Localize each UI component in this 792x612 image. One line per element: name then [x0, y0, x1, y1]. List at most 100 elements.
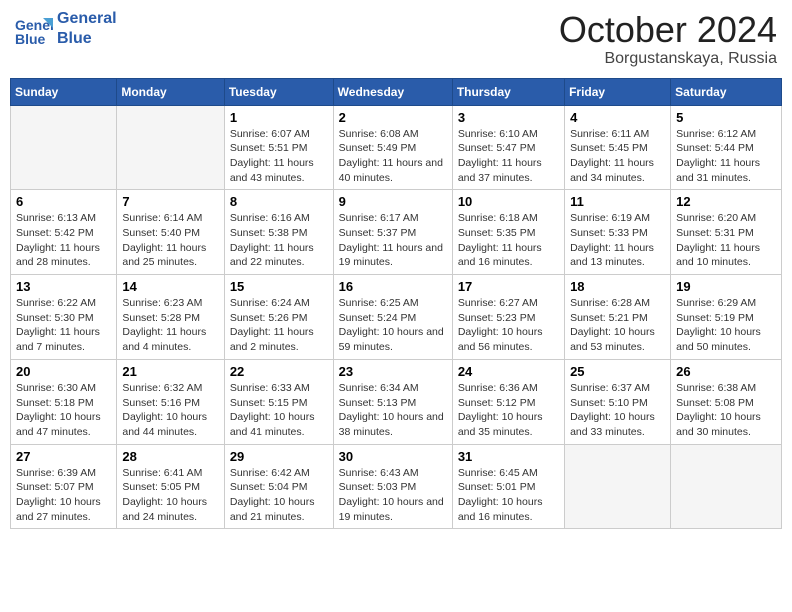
day-info: Sunrise: 6:11 AMSunset: 5:45 PMDaylight:…: [570, 127, 665, 186]
day-info: Sunrise: 6:25 AMSunset: 5:24 PMDaylight:…: [339, 296, 447, 355]
calendar-cell: 26Sunrise: 6:38 AMSunset: 5:08 PMDayligh…: [671, 359, 782, 444]
day-number: 27: [16, 449, 111, 464]
col-header-thursday: Thursday: [452, 78, 564, 105]
day-info: Sunrise: 6:27 AMSunset: 5:23 PMDaylight:…: [458, 296, 559, 355]
header-row: SundayMondayTuesdayWednesdayThursdayFrid…: [11, 78, 782, 105]
week-row-3: 13Sunrise: 6:22 AMSunset: 5:30 PMDayligh…: [11, 275, 782, 360]
calendar-cell: 13Sunrise: 6:22 AMSunset: 5:30 PMDayligh…: [11, 275, 117, 360]
day-info: Sunrise: 6:19 AMSunset: 5:33 PMDaylight:…: [570, 211, 665, 270]
logo: General Blue General Blue: [15, 10, 117, 48]
calendar-cell: 28Sunrise: 6:41 AMSunset: 5:05 PMDayligh…: [117, 444, 224, 529]
day-number: 30: [339, 449, 447, 464]
day-number: 13: [16, 279, 111, 294]
col-header-friday: Friday: [565, 78, 671, 105]
calendar-header: SundayMondayTuesdayWednesdayThursdayFrid…: [11, 78, 782, 105]
day-info: Sunrise: 6:32 AMSunset: 5:16 PMDaylight:…: [122, 381, 218, 440]
day-number: 28: [122, 449, 218, 464]
col-header-saturday: Saturday: [671, 78, 782, 105]
day-info: Sunrise: 6:07 AMSunset: 5:51 PMDaylight:…: [230, 127, 328, 186]
calendar-cell: 24 Sunrise: 6:36 AMSunset: 5:12 PMDayligh…: [452, 359, 564, 444]
calendar-cell: 1 Sunrise: 6:07 AMSunset: 5:51 PMDaylight…: [224, 105, 333, 190]
calendar-cell: 29Sunrise: 6:42 AMSunset: 5:04 PMDayligh…: [224, 444, 333, 529]
day-info: Sunrise: 6:20 AMSunset: 5:31 PMDaylight:…: [676, 211, 776, 270]
calendar-cell: 9 Sunrise: 6:17 AMSunset: 5:37 PMDaylight…: [333, 190, 452, 275]
week-row-1: 1 Sunrise: 6:07 AMSunset: 5:51 PMDaylight…: [11, 105, 782, 190]
calendar-cell: 30Sunrise: 6:43 AMSunset: 5:03 PMDayligh…: [333, 444, 452, 529]
day-info: Sunrise: 6:13 AMSunset: 5:42 PMDaylight:…: [16, 211, 111, 270]
day-info: Sunrise: 6:36 AMSunset: 5:12 PMDaylight:…: [458, 381, 559, 440]
svg-text:Blue: Blue: [15, 31, 46, 47]
day-number: 19: [676, 279, 776, 294]
week-row-5: 27 Sunrise: 6:39 AMSunset: 5:07 PMDayligh…: [11, 444, 782, 529]
day-info: Sunrise: 6:17 AMSunset: 5:37 PMDaylight:…: [339, 211, 447, 270]
calendar-cell: [11, 105, 117, 190]
day-info: Sunrise: 6:30 AMSunset: 5:18 PMDaylight:…: [16, 381, 111, 440]
day-number: 21: [122, 364, 218, 379]
day-info: Sunrise: 6:08 AMSunset: 5:49 PMDaylight:…: [339, 127, 447, 186]
col-header-tuesday: Tuesday: [224, 78, 333, 105]
calendar-cell: [671, 444, 782, 529]
day-info: Sunrise: 6:24 AMSunset: 5:26 PMDaylight:…: [230, 296, 328, 355]
day-info: Sunrise: 6:14 AMSunset: 5:40 PMDaylight:…: [122, 211, 218, 270]
day-number: 1: [230, 110, 328, 125]
calendar-cell: 22Sunrise: 6:33 AMSunset: 5:15 PMDayligh…: [224, 359, 333, 444]
day-number: 29: [230, 449, 328, 464]
day-info: Sunrise: 6:39 AMSunset: 5:07 PMDaylight:…: [16, 466, 111, 525]
calendar-cell: 10 Sunrise: 6:18 AMSunset: 5:35 PMDayligh…: [452, 190, 564, 275]
calendar-cell: 3 Sunrise: 6:10 AMSunset: 5:47 PMDaylight…: [452, 105, 564, 190]
col-header-wednesday: Wednesday: [333, 78, 452, 105]
day-info: Sunrise: 6:28 AMSunset: 5:21 PMDaylight:…: [570, 296, 665, 355]
day-number: 6: [16, 194, 111, 209]
day-number: 18: [570, 279, 665, 294]
calendar-table: SundayMondayTuesdayWednesdayThursdayFrid…: [10, 78, 782, 530]
col-header-sunday: Sunday: [11, 78, 117, 105]
day-info: Sunrise: 6:16 AMSunset: 5:38 PMDaylight:…: [230, 211, 328, 270]
calendar-cell: 4 Sunrise: 6:11 AMSunset: 5:45 PMDaylight…: [565, 105, 671, 190]
day-info: Sunrise: 6:18 AMSunset: 5:35 PMDaylight:…: [458, 211, 559, 270]
day-number: 4: [570, 110, 665, 125]
calendar-cell: 19 Sunrise: 6:29 AMSunset: 5:19 PMDayligh…: [671, 275, 782, 360]
day-info: Sunrise: 6:34 AMSunset: 5:13 PMDaylight:…: [339, 381, 447, 440]
day-number: 12: [676, 194, 776, 209]
day-info: Sunrise: 6:10 AMSunset: 5:47 PMDaylight:…: [458, 127, 559, 186]
day-number: 3: [458, 110, 559, 125]
calendar-cell: 15 Sunrise: 6:24 AMSunset: 5:26 PMDayligh…: [224, 275, 333, 360]
week-row-2: 6 Sunrise: 6:13 AMSunset: 5:42 PMDaylight…: [11, 190, 782, 275]
calendar-cell: [565, 444, 671, 529]
day-number: 17: [458, 279, 559, 294]
title-area: October 2024 Borgustanskaya, Russia: [559, 10, 777, 68]
month-title: October 2024: [559, 10, 777, 50]
day-number: 8: [230, 194, 328, 209]
day-number: 7: [122, 194, 218, 209]
day-number: 9: [339, 194, 447, 209]
day-info: Sunrise: 6:29 AMSunset: 5:19 PMDaylight:…: [676, 296, 776, 355]
logo-general: General: [57, 10, 117, 28]
calendar-cell: 31Sunrise: 6:45 AMSunset: 5:01 PMDayligh…: [452, 444, 564, 529]
calendar-cell: 23 Sunrise: 6:34 AMSunset: 5:13 PMDayligh…: [333, 359, 452, 444]
calendar-cell: 5Sunrise: 6:12 AMSunset: 5:44 PMDaylight…: [671, 105, 782, 190]
day-number: 15: [230, 279, 328, 294]
week-row-4: 20Sunrise: 6:30 AMSunset: 5:18 PMDayligh…: [11, 359, 782, 444]
day-number: 25: [570, 364, 665, 379]
day-info: Sunrise: 6:12 AMSunset: 5:44 PMDaylight:…: [676, 127, 776, 186]
day-number: 11: [570, 194, 665, 209]
day-number: 26: [676, 364, 776, 379]
location: Borgustanskaya, Russia: [559, 50, 777, 68]
day-number: 2: [339, 110, 447, 125]
calendar-cell: 11 Sunrise: 6:19 AMSunset: 5:33 PMDayligh…: [565, 190, 671, 275]
day-number: 10: [458, 194, 559, 209]
page-header: General Blue General Blue October 2024 B…: [10, 10, 782, 68]
logo-text: General Blue: [57, 10, 117, 47]
day-number: 16: [339, 279, 447, 294]
calendar-cell: 14 Sunrise: 6:23 AMSunset: 5:28 PMDayligh…: [117, 275, 224, 360]
logo-icon: General Blue: [15, 10, 53, 48]
calendar-cell: 17 Sunrise: 6:27 AMSunset: 5:23 PMDayligh…: [452, 275, 564, 360]
calendar-cell: 6 Sunrise: 6:13 AMSunset: 5:42 PMDaylight…: [11, 190, 117, 275]
day-info: Sunrise: 6:33 AMSunset: 5:15 PMDaylight:…: [230, 381, 328, 440]
day-info: Sunrise: 6:45 AMSunset: 5:01 PMDaylight:…: [458, 466, 559, 525]
day-info: Sunrise: 6:23 AMSunset: 5:28 PMDaylight:…: [122, 296, 218, 355]
calendar-body: 1 Sunrise: 6:07 AMSunset: 5:51 PMDaylight…: [11, 105, 782, 529]
day-number: 14: [122, 279, 218, 294]
day-number: 23: [339, 364, 447, 379]
day-number: 24: [458, 364, 559, 379]
